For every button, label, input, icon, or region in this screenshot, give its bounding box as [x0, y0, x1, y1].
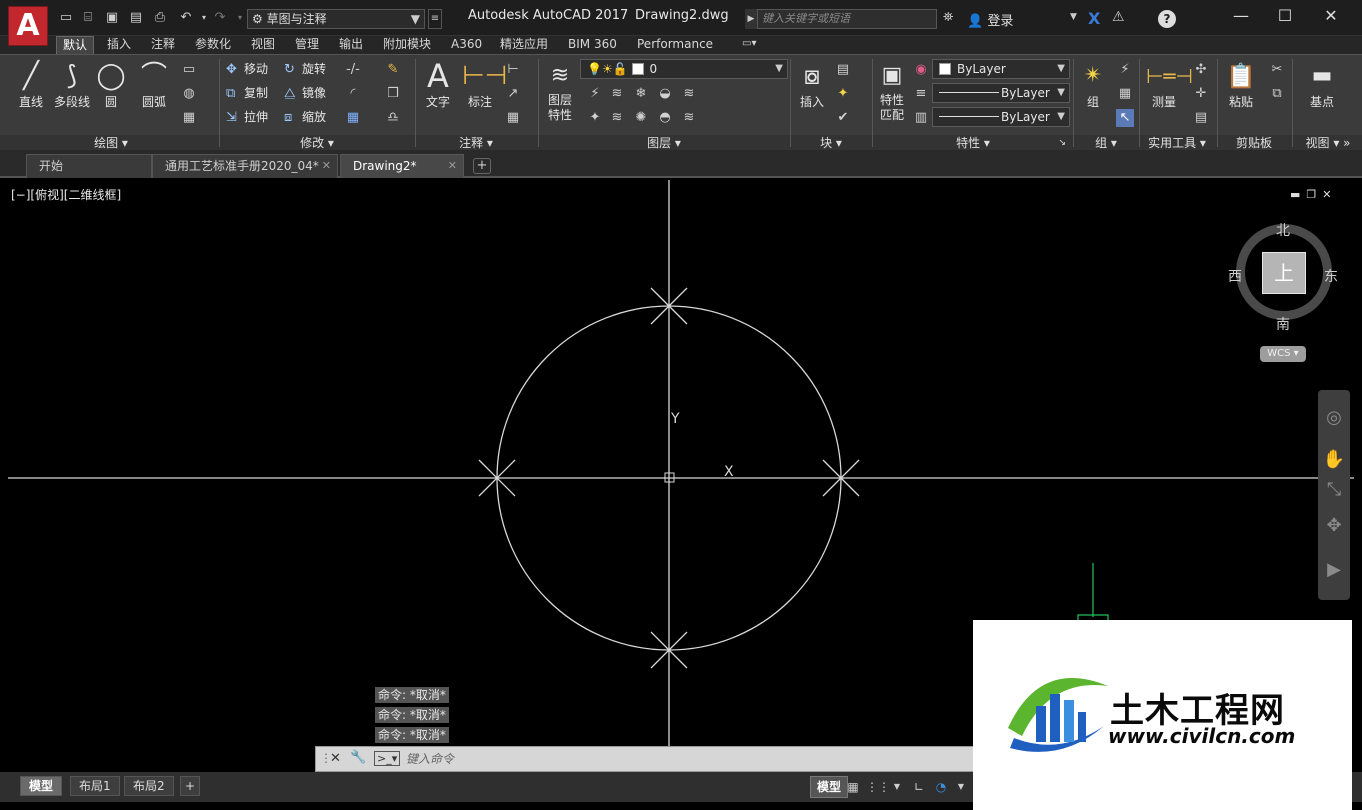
- logo-building-4: [1078, 712, 1086, 742]
- snap-icon[interactable]: ⋮⋮: [866, 778, 890, 796]
- viewport-controls-label[interactable]: [−][俯视][二维线框]: [11, 186, 121, 203]
- watermark-url: www.civilcn.com: [1108, 724, 1296, 748]
- orbit-icon[interactable]: ✥: [1322, 514, 1346, 538]
- grid-icon[interactable]: ▦: [844, 778, 862, 796]
- ucs-icon: Y X: [664, 411, 734, 483]
- wcs-menu-button[interactable]: WCS ▾: [1260, 346, 1306, 362]
- command-history-line: 命令: *取消*: [375, 707, 449, 723]
- command-prompt-icon[interactable]: >_▾: [374, 751, 401, 766]
- polar-tracking-icon[interactable]: ◔: [932, 778, 950, 796]
- watermark-logo: [1008, 678, 1108, 752]
- ucs-x-label: X: [724, 464, 734, 480]
- logo-building-3: [1064, 700, 1074, 742]
- compass-north[interactable]: 北: [1276, 220, 1290, 240]
- logo-building-1: [1036, 706, 1046, 742]
- command-history-line: 命令: *取消*: [375, 687, 449, 703]
- layout-tab-2[interactable]: 布局2: [124, 776, 174, 796]
- wrench-icon[interactable]: 🔧: [350, 750, 366, 765]
- snap-dropdown-icon[interactable]: ▼: [888, 778, 906, 796]
- command-input[interactable]: 键入命令: [406, 750, 454, 767]
- command-line: ⋮ ✕ 🔧 >_▾ 键入命令: [315, 746, 975, 772]
- wcs-green-icon: [1077, 563, 1109, 622]
- viewcube-top-face[interactable]: 上: [1262, 252, 1306, 294]
- navigation-bar: ◎ ✋ ⤡ ✥ ▶: [1318, 390, 1350, 600]
- layout-tab-1[interactable]: 布局1: [70, 776, 120, 796]
- showmotion-icon[interactable]: ▶: [1322, 558, 1346, 582]
- zoom-extents-icon[interactable]: ⤡: [1322, 478, 1346, 502]
- command-history-line: 命令: *取消*: [375, 727, 449, 743]
- compass-west[interactable]: 西: [1228, 266, 1242, 286]
- application-menu-button[interactable]: A: [8, 6, 48, 46]
- viewport-window-controls[interactable]: ▬❐✕: [1290, 188, 1337, 201]
- close-icon[interactable]: ✕: [330, 751, 341, 766]
- polar-dropdown-icon[interactable]: ▼: [952, 778, 970, 796]
- add-layout-button[interactable]: +: [180, 776, 201, 796]
- ucs-y-label: Y: [670, 411, 680, 427]
- ortho-icon[interactable]: ∟: [910, 778, 928, 796]
- pan-hand-icon[interactable]: ✋: [1322, 448, 1346, 472]
- compass-south[interactable]: 南: [1276, 314, 1290, 334]
- steering-wheel-icon[interactable]: ◎: [1322, 406, 1346, 430]
- model-space-button[interactable]: 模型: [810, 776, 849, 798]
- wcs-label: WCS: [1267, 348, 1291, 359]
- logo-building-2: [1050, 694, 1060, 742]
- compass-east[interactable]: 东: [1324, 266, 1338, 286]
- layout-tab-model[interactable]: 模型: [20, 776, 63, 796]
